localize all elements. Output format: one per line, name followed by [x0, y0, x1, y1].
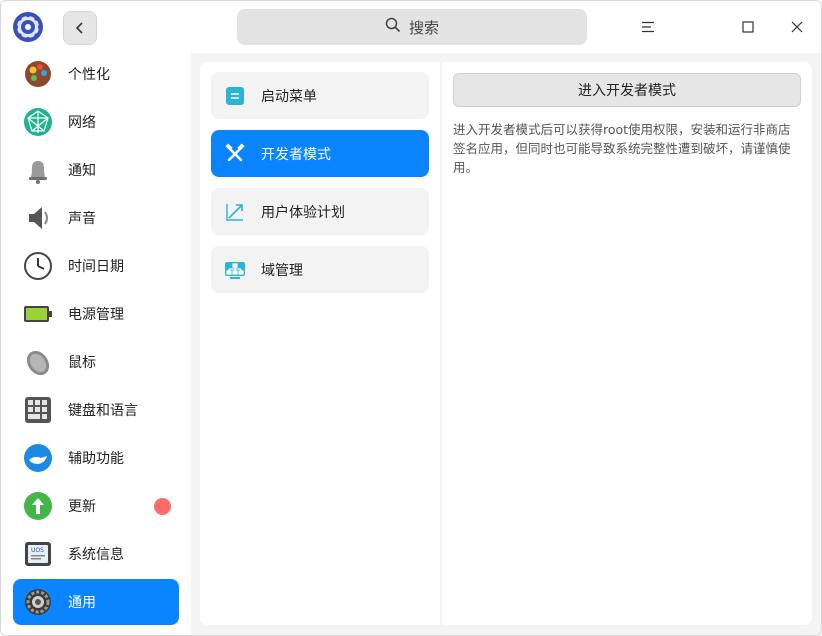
general-item-label: 启动菜单	[261, 88, 317, 105]
sidebar-item-power[interactable]: 电源管理	[13, 291, 179, 337]
accessibility-icon	[23, 443, 53, 473]
back-button[interactable]	[63, 11, 97, 45]
sidebar-item-datetime[interactable]: 时间日期	[13, 243, 179, 289]
sidebar-item-label: 电源管理	[68, 307, 124, 323]
sidebar-item-label: 键盘和语言	[68, 403, 138, 419]
close-button[interactable]	[782, 12, 812, 42]
maximize-button[interactable]	[733, 12, 763, 42]
sidebar-item-general[interactable]: 通用	[13, 579, 179, 625]
developer-mode-panel: 进入开发者模式 进入开发者模式后可以获得root使用权限，安装和运行非商店签名应…	[442, 62, 812, 625]
battery-icon	[23, 299, 53, 329]
svg-text:UOS: UOS	[31, 547, 44, 554]
speaker-icon	[23, 203, 53, 233]
sidebar-item-sound[interactable]: 声音	[13, 195, 179, 241]
general-item-label: 用户体验计划	[261, 204, 345, 221]
maximize-icon	[742, 18, 754, 37]
sidebar-item-network[interactable]: 网络	[13, 99, 179, 145]
general-settings-list: 启动菜单 开发者模式 用户体验计划 域管理	[200, 62, 440, 625]
sidebar-item-label: 个性化	[68, 67, 110, 83]
domain-icon	[223, 258, 247, 282]
sidebar-item-personalization[interactable]: 个性化	[13, 53, 179, 97]
chevron-left-icon	[74, 19, 86, 38]
sidebar: 个性化 网络 通知 声音 时间日期 电源管理 鼠标 键盘和语言 辅助功能 更新 …	[1, 53, 191, 635]
sidebar-item-label: 辅助功能	[68, 451, 124, 467]
sidebar-item-label: 声音	[68, 211, 96, 227]
keyboard-icon	[23, 395, 53, 425]
general-item-boot-menu[interactable]: 启动菜单	[211, 72, 429, 119]
sidebar-item-label: 通知	[68, 163, 96, 179]
app-logo-icon	[12, 11, 44, 43]
sidebar-item-label: 通用	[68, 595, 96, 611]
network-icon	[23, 107, 53, 137]
boot-menu-icon	[223, 84, 247, 108]
search-placeholder: 搜索	[408, 18, 439, 37]
general-item-developer-mode[interactable]: 开发者模式	[211, 130, 429, 177]
sidebar-item-system-info[interactable]: UOS 系统信息	[13, 531, 179, 577]
sidebar-item-label: 鼠标	[68, 355, 96, 371]
sidebar-item-accessibility[interactable]: 辅助功能	[13, 435, 179, 481]
developer-mode-description: 进入开发者模式后可以获得root使用权限，安装和运行非商店签名应用，但同时也可能…	[453, 122, 791, 175]
control-center-window: 搜索 个性化 网络 通知 声音 时间日期 电源管理 鼠标 键盘和语言 辅助功能 …	[0, 0, 822, 636]
developer-tools-icon	[223, 142, 247, 166]
menu-icon	[641, 18, 655, 37]
sidebar-item-label: 系统信息	[68, 547, 124, 563]
enter-developer-mode-button[interactable]: 进入开发者模式	[453, 73, 801, 107]
gear-icon	[23, 587, 53, 617]
trend-icon	[223, 200, 247, 224]
mouse-icon	[23, 347, 53, 377]
system-info-icon: UOS	[23, 539, 53, 569]
menu-button[interactable]	[633, 12, 663, 42]
update-badge	[154, 498, 171, 515]
sidebar-item-keyboard[interactable]: 键盘和语言	[13, 387, 179, 433]
general-item-domain[interactable]: 域管理	[211, 246, 429, 293]
sidebar-item-label: 时间日期	[68, 259, 124, 275]
sidebar-item-label: 更新	[68, 499, 96, 515]
personalization-icon	[23, 59, 53, 89]
general-item-user-experience[interactable]: 用户体验计划	[211, 188, 429, 235]
update-icon	[23, 491, 53, 521]
sidebar-item-update[interactable]: 更新	[13, 483, 179, 529]
bell-icon	[23, 155, 53, 185]
sidebar-item-notifications[interactable]: 通知	[13, 147, 179, 193]
general-item-label: 域管理	[261, 262, 303, 279]
sidebar-item-mouse[interactable]: 鼠标	[13, 339, 179, 385]
clock-icon	[23, 251, 53, 281]
sidebar-item-label: 网络	[68, 115, 96, 131]
general-item-label: 开发者模式	[261, 146, 331, 163]
search-input[interactable]: 搜索	[237, 9, 587, 45]
search-icon	[385, 17, 401, 37]
title-bar: 搜索	[1, 1, 821, 53]
close-icon	[791, 18, 803, 37]
